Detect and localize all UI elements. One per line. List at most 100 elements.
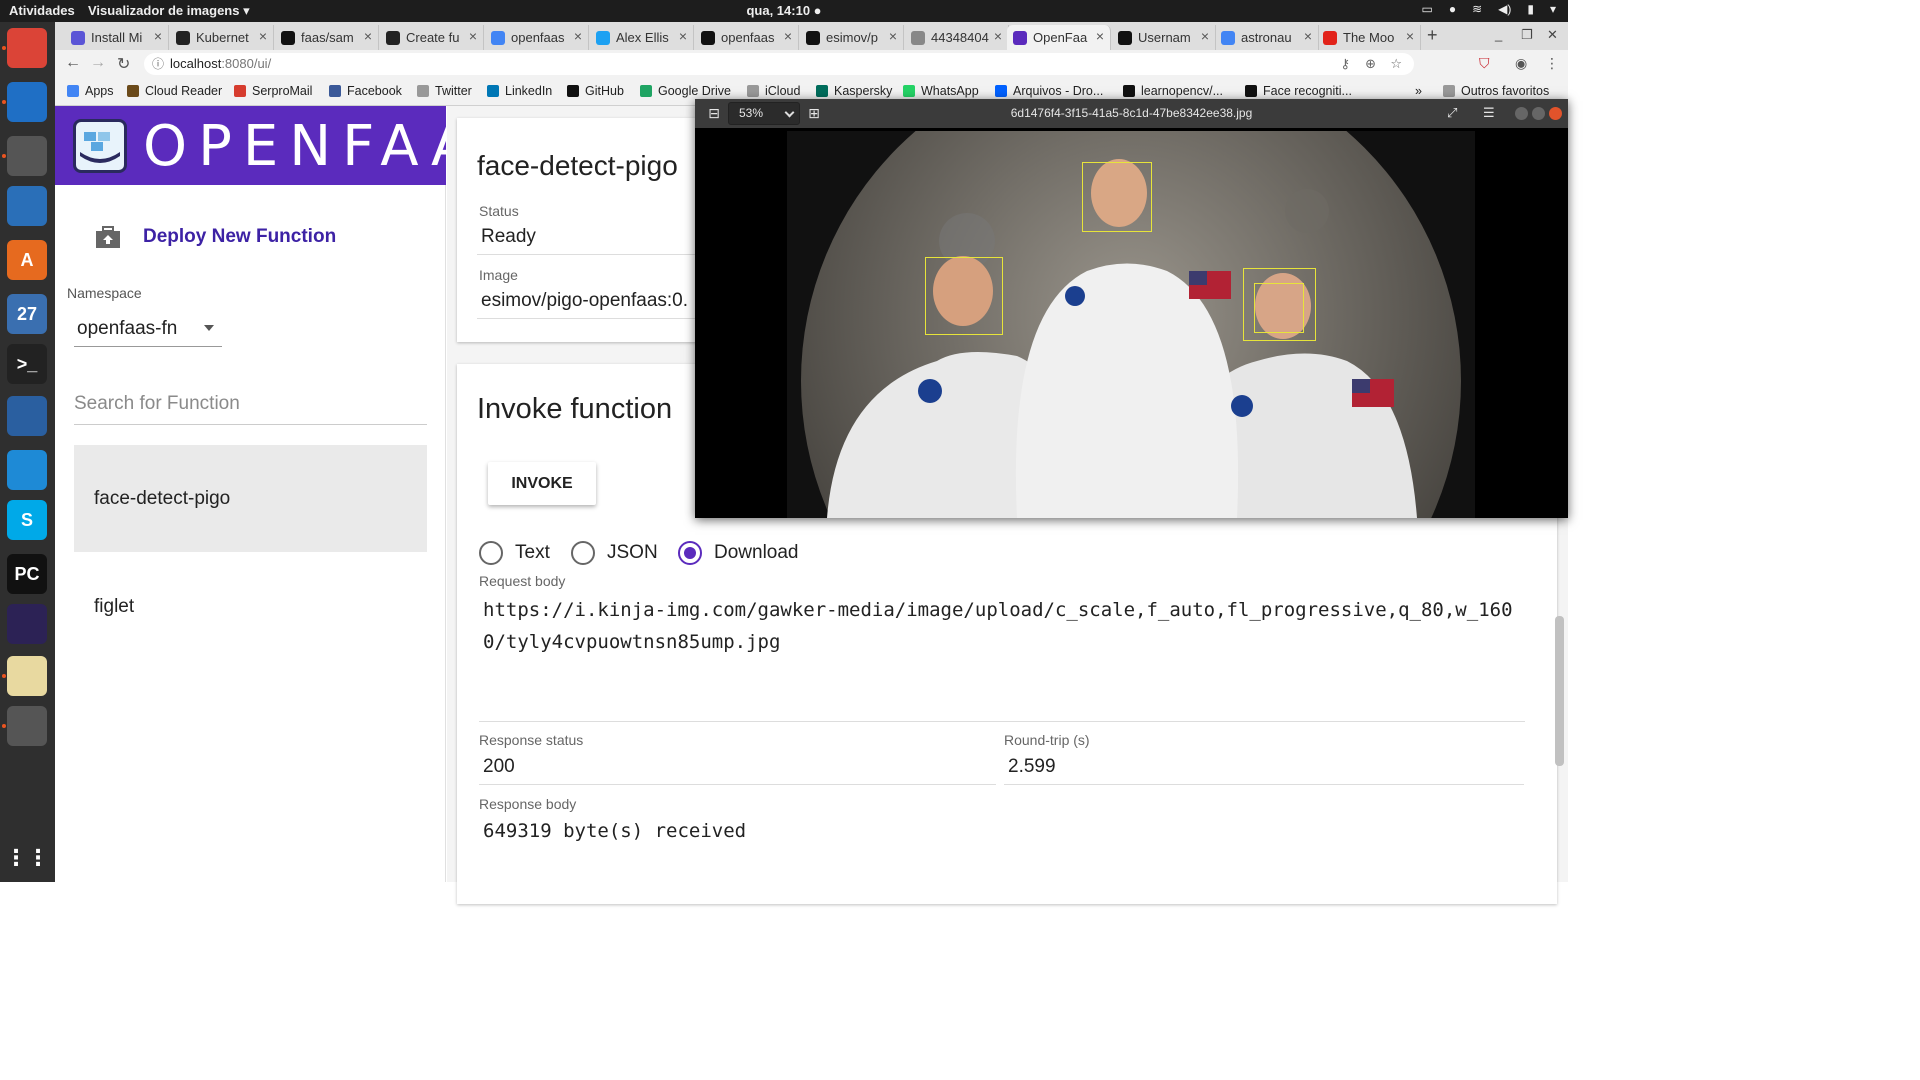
- bookmark-item[interactable]: iCloud: [747, 84, 800, 98]
- browser-tab[interactable]: astronau ×: [1215, 25, 1319, 50]
- close-tab-icon[interactable]: ×: [889, 28, 897, 44]
- bookmark-item[interactable]: Kaspersky: [816, 84, 892, 98]
- close-tab-icon[interactable]: ×: [364, 28, 372, 44]
- clock[interactable]: qua, 14:10 ●: [0, 3, 1568, 18]
- star-icon[interactable]: ☆: [1390, 53, 1402, 75]
- bookmark-item[interactable]: Face recogniti...: [1245, 84, 1352, 98]
- text-editor-dock-icon[interactable]: [7, 656, 47, 696]
- function-item-face-detect-pigo[interactable]: face-detect-pigo: [74, 445, 427, 552]
- close-tab-icon[interactable]: ×: [1096, 28, 1104, 44]
- libreoffice-writer-dock-icon[interactable]: [7, 186, 47, 226]
- terminal-dock-icon[interactable]: >_: [7, 344, 47, 384]
- back-icon[interactable]: ←: [65, 54, 81, 72]
- radio-text[interactable]: Text: [479, 541, 550, 565]
- close-window-icon[interactable]: ✕: [1547, 27, 1558, 43]
- info-icon[interactable]: ⓘ: [152, 53, 164, 75]
- browser-tab[interactable]: Create fu ×: [380, 25, 484, 50]
- function-search-input[interactable]: [74, 384, 427, 425]
- close-tab-icon[interactable]: ×: [1201, 28, 1209, 44]
- browser-tab[interactable]: Alex Ellis ×: [590, 25, 694, 50]
- tab-favicon-icon: [596, 30, 610, 45]
- invoke-button[interactable]: INVOKE: [488, 462, 596, 505]
- zoom-icon[interactable]: ⊕: [1365, 53, 1376, 75]
- openfaas-logo[interactable]: OPENFAAS: [55, 106, 516, 185]
- address-bar[interactable]: ⓘ localhost:8080/ui/ ⚷ ⊕ ☆: [144, 53, 1414, 75]
- close-tab-icon[interactable]: ×: [574, 28, 582, 44]
- browser-tab[interactable]: faas/sam ×: [275, 25, 379, 50]
- thunderbird-dock-icon[interactable]: [7, 82, 47, 122]
- deploy-new-function-button[interactable]: Deploy New Function: [93, 224, 336, 250]
- close-tab-icon[interactable]: ×: [679, 28, 687, 44]
- close-tab-icon[interactable]: ×: [1406, 28, 1414, 44]
- key-icon[interactable]: ⚷: [1340, 53, 1350, 75]
- wifi-icon[interactable]: ≋: [1472, 2, 1482, 16]
- close-tab-icon[interactable]: ×: [784, 28, 792, 44]
- bookmark-item[interactable]: Arquivos - Dro...: [995, 84, 1103, 98]
- function-item-figlet[interactable]: figlet: [74, 553, 427, 660]
- battery-icon[interactable]: ▮: [1527, 2, 1534, 16]
- browser-tab[interactable]: openfaas ×: [695, 25, 799, 50]
- ublock-icon[interactable]: ⛉: [1479, 55, 1490, 72]
- vscode-dock-icon[interactable]: [7, 450, 47, 490]
- pycharm-dock-icon[interactable]: PC: [7, 554, 47, 594]
- bookmark-item[interactable]: learnopencv/...: [1123, 84, 1223, 98]
- close-tab-icon[interactable]: ×: [1304, 28, 1312, 44]
- hamburger-menu-icon[interactable]: ☰: [1483, 105, 1495, 121]
- radio-download[interactable]: Download: [678, 541, 799, 565]
- close-tab-icon[interactable]: ×: [994, 28, 1002, 44]
- bookmark-item[interactable]: Google Drive: [640, 84, 731, 98]
- bookmark-item[interactable]: Cloud Reader: [127, 84, 222, 98]
- power-menu-icon[interactable]: ▾: [1550, 2, 1556, 16]
- bookmark-item[interactable]: LinkedIn: [487, 84, 552, 98]
- browser-tab[interactable]: Install Mi ×: [65, 25, 169, 50]
- browser-tab[interactable]: OpenFaa ×: [1007, 25, 1111, 50]
- forward-icon[interactable]: →: [90, 54, 106, 72]
- browser-tab[interactable]: esimov/p ×: [800, 25, 904, 50]
- bookmark-item[interactable]: WhatsApp: [903, 84, 979, 98]
- screen-icon[interactable]: ▭: [1421, 2, 1432, 16]
- eclipse-dock-icon[interactable]: [7, 604, 47, 644]
- menu-icon[interactable]: ⋮: [1545, 55, 1559, 72]
- files-dock-icon[interactable]: [7, 136, 47, 176]
- close-tab-icon[interactable]: ×: [154, 28, 162, 44]
- image-viewer-dock-icon[interactable]: [7, 706, 47, 746]
- restore-icon[interactable]: ❐: [1521, 27, 1533, 43]
- page-scrollbar[interactable]: [1555, 616, 1564, 766]
- reload-icon[interactable]: ↻: [117, 54, 130, 74]
- profile-avatar[interactable]: ◉: [1515, 55, 1527, 72]
- request-body-textarea[interactable]: https://i.kinja-img.com/gawker-media/ima…: [481, 594, 1531, 658]
- calendar-dock-icon[interactable]: 27: [7, 294, 47, 334]
- close-window-icon[interactable]: [1549, 107, 1562, 120]
- namespace-select[interactable]: openfaas-fn: [74, 313, 222, 347]
- chrome-dock-icon[interactable]: [7, 28, 47, 68]
- browser-tab[interactable]: Usernam ×: [1112, 25, 1216, 50]
- fullscreen-icon[interactable]: ⤢: [1447, 105, 1457, 121]
- system-tray[interactable]: ▭ ● ≋ ◀) ▮ ▾: [1421, 2, 1556, 16]
- close-tab-icon[interactable]: ×: [259, 28, 267, 44]
- bookmarks-overflow[interactable]: »: [1415, 84, 1422, 98]
- browser-tab[interactable]: Kubernet ×: [170, 25, 274, 50]
- browser-tab[interactable]: 44348404 ×: [905, 25, 1009, 50]
- radio-json[interactable]: JSON: [571, 541, 658, 565]
- bookmark-item[interactable]: Apps: [67, 84, 114, 98]
- user-icon[interactable]: ●: [1449, 2, 1456, 16]
- software-center-dock-icon[interactable]: A: [7, 240, 47, 280]
- virtualbox-dock-icon[interactable]: [7, 396, 47, 436]
- bookmark-item[interactable]: Facebook: [329, 84, 402, 98]
- maximize-window-icon[interactable]: [1532, 107, 1545, 120]
- bookmark-item[interactable]: GitHub: [567, 84, 624, 98]
- minimize-window-icon[interactable]: [1515, 107, 1528, 120]
- show-apps-grid-icon[interactable]: ⋮⋮: [5, 838, 49, 878]
- browser-tab[interactable]: openfaas ×: [485, 25, 589, 50]
- skype-dock-icon[interactable]: S: [7, 500, 47, 540]
- new-tab-button[interactable]: +: [1427, 25, 1438, 46]
- bookmark-item[interactable]: Twitter: [417, 84, 472, 98]
- image-viewer-titlebar[interactable]: ⊟ 53% ⊞ 6d1476f4-3f15-41a5-8c1d-47be8342…: [695, 99, 1568, 128]
- browser-tab[interactable]: The Moo ×: [1317, 25, 1421, 50]
- image-viewer-window[interactable]: ⊟ 53% ⊞ 6d1476f4-3f15-41a5-8c1d-47be8342…: [695, 99, 1568, 518]
- other-bookmarks[interactable]: Outros favoritos: [1443, 84, 1549, 98]
- bookmark-item[interactable]: SerproMail: [234, 84, 312, 98]
- volume-icon[interactable]: ◀): [1498, 2, 1511, 16]
- close-tab-icon[interactable]: ×: [469, 28, 477, 44]
- minimize-icon[interactable]: _: [1495, 27, 1502, 42]
